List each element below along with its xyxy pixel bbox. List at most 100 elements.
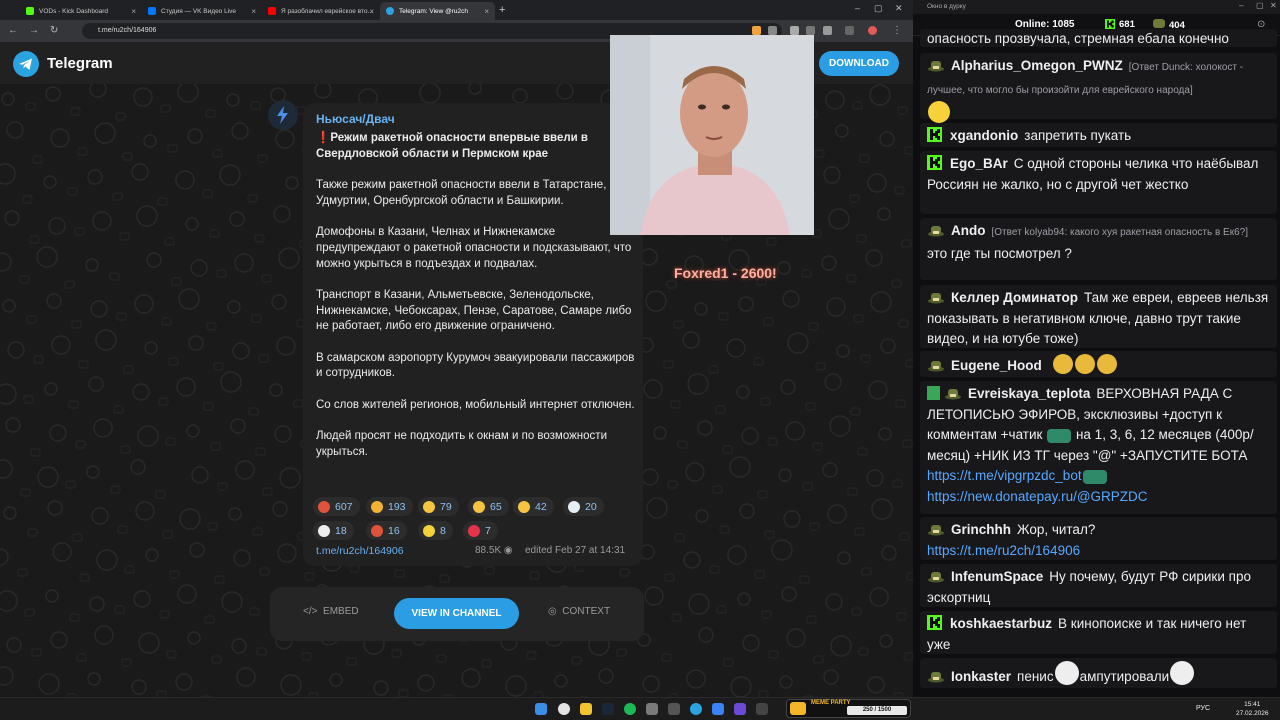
back-icon[interactable]: ← bbox=[8, 25, 18, 36]
reaction-sweat-smile[interactable]: 42 bbox=[513, 497, 554, 516]
extension-icon[interactable] bbox=[790, 26, 799, 35]
context-label: CONTEXT bbox=[562, 606, 611, 617]
tab-telegram[interactable]: Telegram: View @ru2ch × bbox=[380, 2, 495, 20]
tab-kick-dashboard[interactable]: VODs - Kick Dashboard × bbox=[20, 2, 142, 20]
chat-username[interactable]: Alpharius_Omegon_PWNZ bbox=[951, 58, 1123, 73]
app-icon[interactable] bbox=[712, 703, 724, 715]
tab-vk-studio[interactable]: Студия — VK Видео Live × bbox=[142, 2, 262, 20]
chat-username[interactable]: Ego_BAr bbox=[950, 156, 1008, 171]
app-icon[interactable] bbox=[668, 703, 680, 715]
app-icon[interactable] bbox=[756, 703, 768, 715]
post-headline: ❗️Режим ракетной опасности впервые ввели… bbox=[316, 132, 588, 160]
windows-start-icon[interactable] bbox=[535, 703, 547, 715]
telegram-icon[interactable] bbox=[690, 703, 702, 715]
streamer-webcam-image bbox=[610, 35, 814, 235]
chat-username[interactable]: Eugene_Hood bbox=[951, 358, 1042, 373]
language-indicator[interactable]: РУС bbox=[1196, 705, 1210, 712]
telegram-logo-icon[interactable] bbox=[13, 51, 39, 77]
reload-icon[interactable]: ↻ bbox=[50, 25, 58, 36]
extension-icon[interactable] bbox=[768, 26, 777, 35]
tab-youtube-video[interactable]: Я разоблачил еврейское вто... × bbox=[262, 2, 380, 20]
close-tab-icon[interactable]: × bbox=[251, 7, 256, 16]
minimize-icon[interactable]: – bbox=[855, 3, 860, 13]
app-icon[interactable] bbox=[734, 703, 746, 715]
chat-username[interactable]: xgandonio bbox=[950, 128, 1018, 143]
message-link[interactable]: https://t.me/ru2ch/164906 bbox=[927, 543, 1080, 558]
embed-button[interactable]: </> EMBED bbox=[303, 606, 359, 617]
close-window-icon[interactable]: ✕ bbox=[1270, 1, 1277, 10]
extension-icon[interactable] bbox=[806, 26, 815, 35]
reaction-banana[interactable]: 8 bbox=[418, 521, 453, 540]
message-link[interactable]: https://t.me/vipgrpzdc_bot bbox=[927, 468, 1082, 483]
post-paragraph: В самарском аэропорту Курумоч эвакуирова… bbox=[316, 351, 635, 380]
message-text: опасность прозвучала, стремная ебала кон… bbox=[927, 31, 1229, 46]
reaction-heart-fire[interactable]: 7 bbox=[463, 521, 498, 540]
chat-username[interactable]: Grinchhh bbox=[951, 522, 1011, 537]
new-tab-button[interactable]: + bbox=[499, 4, 505, 16]
checkmark-badge-icon bbox=[927, 386, 940, 400]
download-icon[interactable] bbox=[823, 26, 832, 35]
reaction-dove[interactable]: 20 bbox=[563, 497, 604, 516]
chat-username[interactable]: Ionkaster bbox=[951, 669, 1011, 684]
reaction-neutral-face[interactable]: 79 bbox=[418, 497, 459, 516]
hat-badge-icon bbox=[927, 58, 945, 72]
post-paragraph: Со слов жителей регионов, мобильный инте… bbox=[316, 398, 635, 411]
post-link[interactable]: t.me/ru2ch/164906 bbox=[316, 545, 404, 557]
chat-message: Eugene_Hood bbox=[920, 351, 1277, 377]
menu-icon[interactable]: ⋮ bbox=[892, 25, 902, 36]
chat-username[interactable]: Келлер Доминатор bbox=[951, 290, 1078, 305]
message-link[interactable]: https://new.donatepay.ru/@GRPZDC bbox=[927, 489, 1148, 504]
channel-avatar[interactable] bbox=[268, 100, 298, 130]
forward-icon[interactable]: → bbox=[29, 25, 39, 36]
banana-icon bbox=[423, 524, 435, 537]
tab-title: VODs - Kick Dashboard bbox=[39, 7, 108, 15]
hat-icon bbox=[1153, 19, 1165, 28]
close-tab-icon[interactable]: × bbox=[484, 7, 489, 16]
maximize-icon[interactable]: ▢ bbox=[1256, 1, 1264, 10]
spotify-icon[interactable] bbox=[624, 703, 636, 715]
vk-icon bbox=[148, 7, 156, 15]
meme-party-label: MEME PARTY bbox=[811, 700, 851, 706]
chat-message: InfenumSpace Ну почему, будут РФ сирики п… bbox=[920, 564, 1277, 607]
profile-avatar[interactable] bbox=[868, 26, 877, 35]
emote-icon bbox=[1052, 354, 1073, 374]
reaction-party-popper[interactable]: 193 bbox=[366, 497, 413, 516]
reaction-angry-red[interactable]: 16 bbox=[366, 521, 407, 540]
extension-icon[interactable] bbox=[752, 26, 761, 35]
close-window-icon[interactable]: ✕ bbox=[895, 3, 903, 14]
app-icon[interactable] bbox=[646, 703, 658, 715]
close-tab-icon[interactable]: × bbox=[369, 7, 374, 16]
context-button[interactable]: ◎ CONTEXT bbox=[548, 606, 610, 617]
post-paragraph: Людей просят не подходить к окнам и по в… bbox=[316, 430, 607, 458]
chat-username[interactable]: Evreiskaya_teplota bbox=[968, 386, 1090, 401]
webcam-overlay bbox=[610, 35, 814, 235]
hat-badge-icon bbox=[927, 358, 945, 372]
chat-username[interactable]: koshkaestarbuz bbox=[950, 616, 1052, 631]
view-in-channel-button[interactable]: VIEW IN CHANNEL bbox=[394, 598, 519, 629]
channel-name[interactable]: Ньюсач/Двач bbox=[316, 112, 395, 126]
minimize-icon[interactable]: – bbox=[1239, 1, 1243, 10]
chrome-icon[interactable] bbox=[558, 703, 570, 715]
message-text: запретить пукать bbox=[1024, 128, 1132, 143]
system-clock[interactable]: 15:41 27.02.2026 bbox=[1236, 700, 1269, 718]
tab-title: Я разоблачил еврейское вто... bbox=[281, 7, 373, 15]
close-tab-icon[interactable]: × bbox=[131, 7, 136, 16]
reply-quote: [Ответ kolyab94: какого хуя ракетная опа… bbox=[991, 227, 1249, 238]
chat-panel: Окно в дурку – ▢ ✕ Online: 1085 681 404 … bbox=[913, 0, 1280, 697]
reaction-ghost[interactable]: 18 bbox=[313, 521, 354, 540]
reaction-angry-face[interactable]: 607 bbox=[313, 497, 360, 516]
embed-label: EMBED bbox=[323, 606, 359, 617]
chat-username[interactable]: Ando bbox=[951, 223, 986, 238]
steam-icon[interactable] bbox=[602, 703, 614, 715]
chat-message: xgandonio запретить пукать bbox=[920, 123, 1277, 147]
sidebar-icon[interactable] bbox=[845, 26, 854, 35]
download-button[interactable]: DOWNLOAD bbox=[819, 51, 899, 76]
nerd-face-icon bbox=[473, 500, 485, 513]
chat-username[interactable]: InfenumSpace bbox=[951, 569, 1043, 584]
file-explorer-icon[interactable] bbox=[580, 703, 592, 715]
edited-timestamp: edited Feb 27 at 14:31 bbox=[525, 545, 626, 556]
reaction-count: 8 bbox=[440, 524, 446, 537]
reaction-nerd-face[interactable]: 65 bbox=[468, 497, 509, 516]
maximize-icon[interactable]: ▢ bbox=[874, 3, 883, 14]
telegram-brand[interactable]: Telegram bbox=[47, 55, 113, 72]
